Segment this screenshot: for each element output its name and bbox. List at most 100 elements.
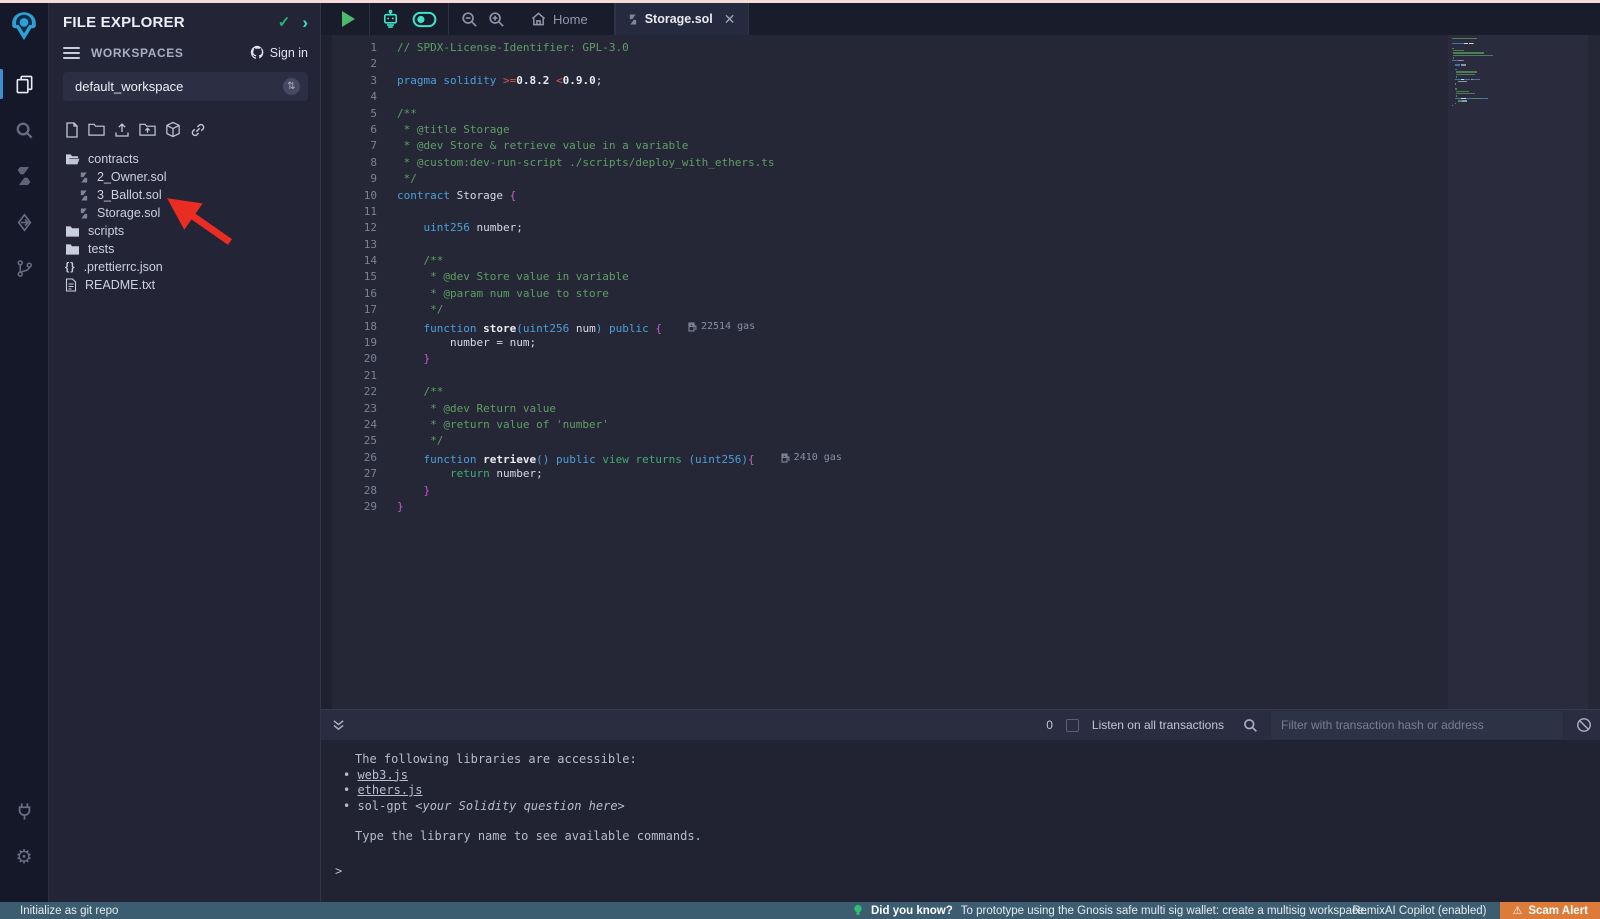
top-border-strip: [0, 0, 1600, 3]
tree-item-label: tests: [88, 242, 114, 256]
code-line: 23 * @dev Return value: [321, 401, 842, 417]
remix-ai-icon[interactable]: [380, 3, 401, 35]
link-icon[interactable]: [190, 121, 206, 138]
code-line: 2: [321, 56, 842, 72]
gas-estimate: 2410 gas: [781, 450, 842, 466]
terminal-toolbar: 0 Listen on all transactions: [321, 709, 1600, 740]
line-number: 18: [321, 319, 377, 335]
json-file-icon: {}: [65, 261, 76, 273]
code-line: 1// SPDX-License-Identifier: GPL-3.0: [321, 40, 842, 56]
transaction-count: 0: [1046, 718, 1053, 732]
workspace-select[interactable]: default_workspace ⇅: [63, 72, 308, 101]
line-number: 25: [321, 433, 377, 449]
minimap[interactable]: [1448, 35, 1588, 709]
zoom-controls: [461, 11, 505, 28]
zoom-in-icon[interactable]: [488, 11, 505, 28]
tree-item-scripts[interactable]: scripts: [49, 222, 320, 240]
sign-in-button[interactable]: Sign in: [250, 45, 308, 60]
tab-storage-sol[interactable]: Storage.sol ✕: [615, 3, 749, 35]
tab-home[interactable]: Home: [515, 3, 614, 35]
clear-console-icon[interactable]: [1576, 717, 1592, 733]
tree-item-2-owner-sol[interactable]: 2_Owner.sol: [49, 168, 320, 186]
sidebar-icon-search[interactable]: [0, 107, 48, 153]
expand-terminal-icon[interactable]: [332, 718, 345, 732]
line-number: 22: [321, 384, 377, 400]
terminal[interactable]: The following libraries are accessible:•…: [321, 740, 1600, 902]
search-icon[interactable]: [1243, 718, 1258, 733]
code-line: 7 * @dev Store & retrieve value in a var…: [321, 138, 842, 154]
tab-label: Storage.sol: [645, 12, 713, 26]
line-number: 13: [321, 237, 377, 253]
copilot-status[interactable]: RemixAI Copilot (enabled): [1352, 905, 1486, 917]
line-number: 16: [321, 286, 377, 302]
sidebar-icon-settings[interactable]: ⚙: [0, 834, 48, 880]
warning-icon: ⚠: [1512, 904, 1522, 917]
tree-item--prettierrc-json[interactable]: {}.prettierrc.json: [49, 258, 320, 276]
zoom-out-icon[interactable]: [461, 11, 478, 28]
did-you-know-tip: Did you know? To prototype using the Gno…: [853, 904, 1367, 917]
box-icon[interactable]: [165, 121, 181, 138]
line-number: 6: [321, 122, 377, 138]
scam-alert-label: Scam Alert: [1528, 905, 1588, 917]
file-actions: [49, 111, 320, 146]
library-link[interactable]: ethers.js: [357, 783, 422, 797]
chevron-right-icon[interactable]: ›: [302, 14, 308, 31]
tree-item-tests[interactable]: tests: [49, 240, 320, 258]
sidebar-icon-file-explorer[interactable]: [0, 61, 48, 107]
sidebar-icon-plugin-manager[interactable]: [0, 788, 48, 834]
git-init-button[interactable]: Initialize as git repo: [20, 905, 118, 917]
copilot-toggle[interactable]: [412, 3, 437, 35]
tree-item-label: Storage.sol: [97, 206, 160, 220]
workspaces-row: WORKSPACES Sign in: [49, 37, 320, 66]
code-line: 25 */: [321, 433, 842, 449]
run-script-button[interactable]: [342, 11, 355, 27]
library-link[interactable]: web3.js: [357, 768, 408, 782]
sign-in-label: Sign in: [270, 46, 308, 60]
code-line: 8 * @custom:dev-run-script ./scripts/dep…: [321, 155, 842, 171]
new-folder-icon[interactable]: [88, 121, 105, 138]
tab-bar: Home Storage.sol ✕: [321, 3, 1600, 35]
scam-alert-badge[interactable]: ⚠ Scam Alert: [1500, 902, 1600, 919]
upload-folder-icon[interactable]: [139, 121, 156, 138]
tree-item-readme-txt[interactable]: README.txt: [49, 276, 320, 294]
terminal-prompt[interactable]: >: [321, 864, 1600, 880]
line-number: 3: [321, 73, 377, 89]
code-line: 21: [321, 368, 842, 384]
tree-item-3-ballot-sol[interactable]: 3_Ballot.sol: [49, 186, 320, 204]
check-icon[interactable]: ✓: [278, 13, 291, 31]
line-number: 10: [321, 188, 377, 204]
code-line: 18 function store(uint256 num) public {2…: [321, 319, 842, 335]
tree-item-label: 2_Owner.sol: [97, 170, 166, 184]
close-tab-icon[interactable]: ✕: [724, 11, 736, 28]
code-line: 12 uint256 number;: [321, 220, 842, 236]
minimap-code: [1452, 38, 1493, 107]
upload-file-icon[interactable]: [114, 121, 130, 138]
filter-input[interactable]: [1271, 711, 1563, 739]
listen-checkbox[interactable]: [1066, 719, 1079, 732]
sidebar-icon-git[interactable]: [0, 245, 48, 291]
tree-item-contracts[interactable]: contracts: [49, 150, 320, 168]
line-number: 9: [321, 171, 377, 187]
sidebar-icon-deploy-run[interactable]: [0, 199, 48, 245]
menu-icon[interactable]: [63, 47, 80, 59]
code-editor[interactable]: 1// SPDX-License-Identifier: GPL-3.023pr…: [321, 35, 1600, 709]
code-line: 22 /**: [321, 384, 842, 400]
code-line: 5/**: [321, 106, 842, 122]
tip-text: To prototype using the Gnosis safe multi…: [961, 905, 1368, 917]
code-line: 6 * @title Storage: [321, 122, 842, 138]
code-line: 13: [321, 237, 842, 253]
sidebar-icon-solidity-compiler[interactable]: [0, 153, 48, 199]
solidity-file-icon: [79, 171, 89, 184]
tree-item-storage-sol[interactable]: Storage.sol: [49, 204, 320, 222]
line-number: 15: [321, 269, 377, 285]
terminal-controls: 0 Listen on all transactions: [1046, 711, 1600, 739]
code-line: 29}: [321, 499, 842, 515]
code-line: 28 }: [321, 483, 842, 499]
terminal-line: • sol-gpt <your Solidity question here>: [321, 799, 1600, 815]
main-area: Home Storage.sol ✕ 1// SPDX-License-Iden…: [320, 3, 1600, 902]
remix-logo[interactable]: [9, 11, 39, 47]
tree-item-label: contracts: [88, 152, 139, 166]
github-icon: [250, 45, 265, 60]
new-file-icon[interactable]: [65, 121, 79, 138]
tab-home-label: Home: [553, 12, 588, 27]
